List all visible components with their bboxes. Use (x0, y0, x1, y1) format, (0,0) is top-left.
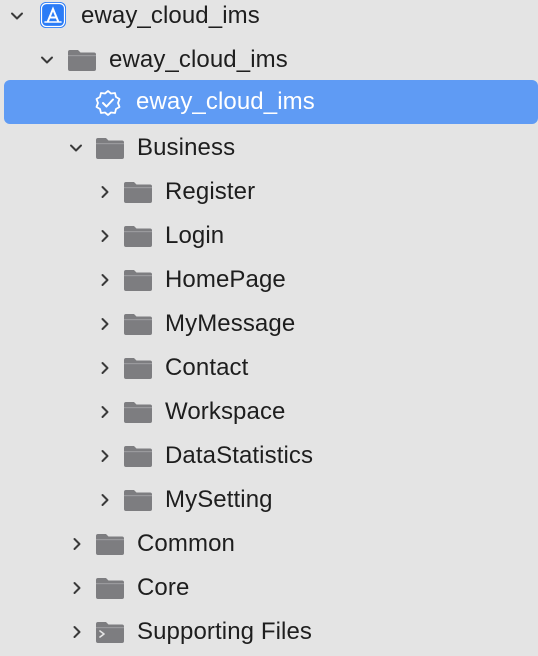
tree-row-label: Business (137, 134, 236, 161)
tree-row-label: MyMessage (165, 310, 296, 337)
tree-row-register[interactable]: Register (0, 170, 538, 214)
folder-icon (94, 135, 126, 161)
tree-row-label: Core (137, 574, 190, 601)
chevron-down-icon[interactable] (36, 49, 58, 71)
chevron-right-icon[interactable] (94, 445, 116, 467)
folder-icon (122, 267, 154, 293)
folder-icon (122, 355, 154, 381)
chevron-right-icon[interactable] (66, 577, 88, 599)
chevron-right-icon[interactable] (94, 181, 116, 203)
tree-row-target-selected[interactable]: eway_cloud_ims (4, 80, 538, 124)
folder-icon (94, 531, 126, 557)
tree-row-contact[interactable]: Contact (0, 346, 538, 390)
target-badge-icon (93, 88, 123, 118)
chevron-right-icon[interactable] (94, 401, 116, 423)
chevron-right-icon[interactable] (94, 489, 116, 511)
tree-row-label: DataStatistics (165, 442, 314, 469)
tree-row-label: eway_cloud_ims (109, 46, 288, 73)
folder-icon (122, 311, 154, 337)
tree-row-group[interactable]: eway_cloud_ims (0, 38, 538, 82)
tree-row-label: eway_cloud_ims (136, 88, 315, 115)
chevron-right-icon[interactable] (66, 621, 88, 643)
chevron-right-icon[interactable] (94, 313, 116, 335)
tree-row-label: MySetting (165, 486, 273, 513)
chevron-down-icon[interactable] (6, 5, 28, 27)
folder-icon (122, 223, 154, 249)
tree-row-login[interactable]: Login (0, 214, 538, 258)
tree-row-label: Workspace (165, 398, 286, 425)
folder-special-icon (94, 619, 126, 645)
tree-row-label: HomePage (165, 266, 286, 293)
folder-icon (94, 575, 126, 601)
tree-row-label: Common (137, 530, 235, 557)
folder-icon (122, 487, 154, 513)
tree-row-core[interactable]: Core (0, 566, 538, 610)
app-project-icon (38, 0, 68, 30)
chevron-right-icon[interactable] (94, 225, 116, 247)
tree-row-workspace[interactable]: Workspace (0, 390, 538, 434)
chevron-right-icon[interactable] (66, 533, 88, 555)
tree-row-label: eway_cloud_ims (81, 2, 260, 29)
folder-icon (122, 399, 154, 425)
tree-row-label: Register (165, 178, 256, 205)
tree-row-common[interactable]: Common (0, 522, 538, 566)
project-navigator: eway_cloud_ims eway_cloud_ims eway_cloud… (0, 0, 538, 656)
tree-row-mysetting[interactable]: MySetting (0, 478, 538, 522)
tree-row-business[interactable]: Business (0, 126, 538, 170)
tree-row-project[interactable]: eway_cloud_ims (0, 0, 538, 38)
tree-row-mymessage[interactable]: MyMessage (0, 302, 538, 346)
folder-icon (122, 443, 154, 469)
folder-icon (66, 47, 98, 73)
tree-row-homepage[interactable]: HomePage (0, 258, 538, 302)
tree-row-supporting-files[interactable]: Supporting Files (0, 610, 538, 654)
tree-row-datastatistics[interactable]: DataStatistics (0, 434, 538, 478)
tree-row-label: Login (165, 222, 225, 249)
chevron-right-icon[interactable] (94, 269, 116, 291)
chevron-right-icon[interactable] (94, 357, 116, 379)
chevron-down-icon[interactable] (65, 137, 87, 159)
folder-icon (122, 179, 154, 205)
tree-row-label: Contact (165, 354, 249, 381)
tree-row-label: Supporting Files (137, 618, 313, 645)
